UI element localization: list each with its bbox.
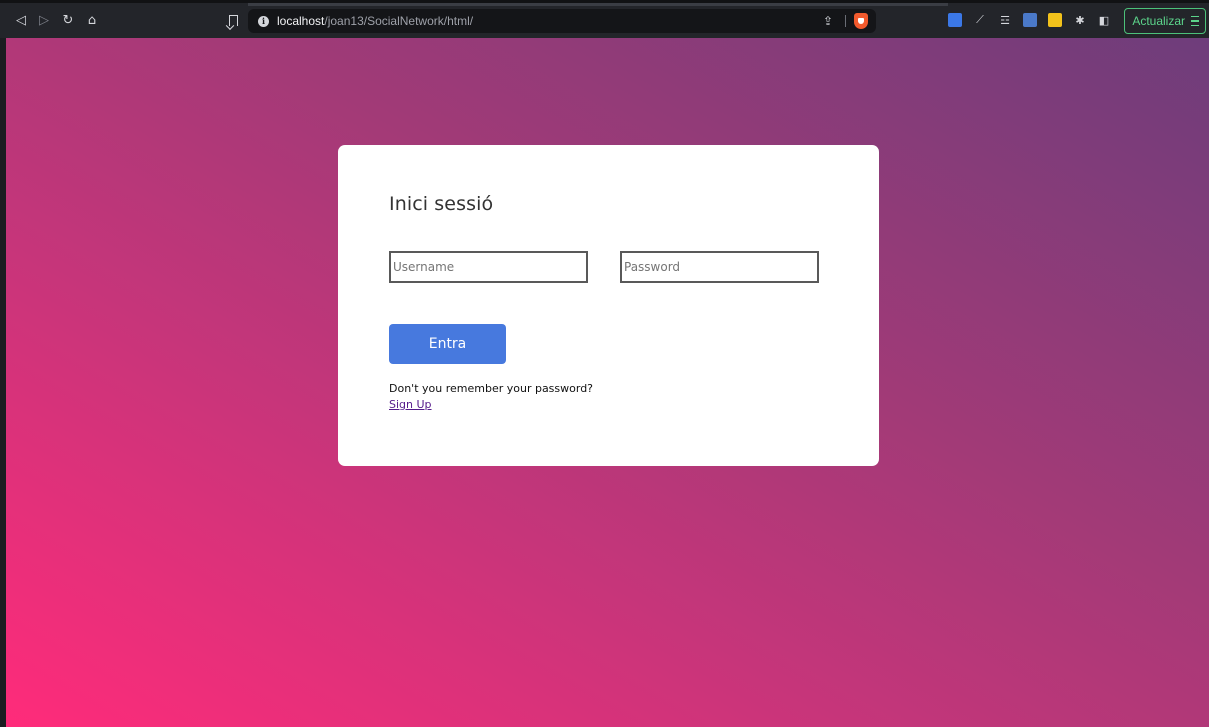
site-info-icon[interactable]: i [258,15,269,27]
browser-toolbar: ◁ ▷ ↻ ⌂ i localhost/joan13/SocialNetwork… [0,0,1209,38]
notes-extension-icon[interactable] [1048,13,1062,27]
share-icon[interactable]: ⇪ [820,13,836,29]
brave-shields-icon[interactable] [854,13,868,29]
tab-strip [248,3,948,6]
sidebar-toggle-icon[interactable]: ◧ [1097,13,1111,27]
page-viewport: Inici sessió Entra Don't you remember yo… [6,38,1209,727]
back-icon[interactable]: ◁ [10,9,32,31]
url-path: /joan13/SocialNetwork/html/ [324,14,474,28]
url-divider [845,15,846,27]
home-icon[interactable]: ⌂ [81,9,103,31]
bookmark-icon[interactable] [222,9,244,31]
password-input[interactable] [620,251,819,283]
reload-icon[interactable]: ↻ [57,9,79,31]
url-text: localhost/joan13/SocialNetwork/html/ [277,14,473,28]
login-title: Inici sessió [389,193,494,215]
translate-extension-icon[interactable] [948,13,962,27]
address-bar[interactable]: i localhost/joan13/SocialNetwork/html/ ⇪ [248,9,876,33]
update-button[interactable]: Actualizar [1124,8,1206,34]
signup-link[interactable]: Sign Up [389,398,432,411]
pen-extension-icon[interactable]: ⟋ [973,13,987,27]
text-extension-icon[interactable]: ☲ [998,13,1012,27]
url-host: localhost [277,14,325,28]
forgot-password-text: Don't you remember your password? [389,382,594,395]
menu-icon [1191,15,1199,27]
puzzle-extensions-icon[interactable]: ✱ [1073,13,1087,27]
login-card: Inici sessió Entra Don't you remember yo… [338,145,879,466]
username-input[interactable] [389,251,588,283]
login-submit-button[interactable]: Entra [389,324,506,364]
forward-icon[interactable]: ▷ [33,9,55,31]
update-label: Actualizar [1132,14,1185,28]
calculator-extension-icon[interactable] [1023,13,1037,27]
